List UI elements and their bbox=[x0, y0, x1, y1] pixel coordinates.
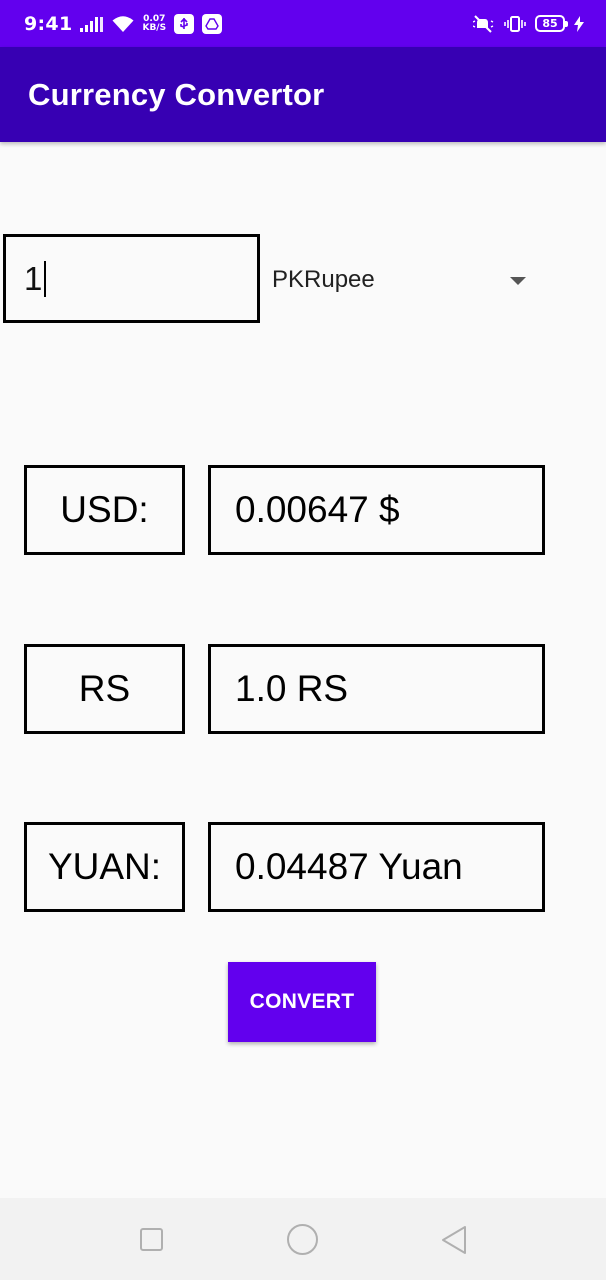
status-time: 9:41 bbox=[24, 12, 73, 35]
currency-spinner-value: PKRupee bbox=[272, 266, 375, 293]
convert-button[interactable]: CONVERT bbox=[228, 962, 376, 1042]
app-title: Currency Convertor bbox=[28, 76, 325, 112]
usd-value-box: 0.00647 $ bbox=[208, 465, 545, 555]
dropdown-arrow-icon bbox=[510, 277, 526, 285]
amount-input-value: 1 bbox=[24, 259, 43, 297]
network-speed: 0.07 KB/S bbox=[142, 14, 167, 33]
yuan-label-box: YUAN: bbox=[24, 822, 185, 912]
vibrate-icon bbox=[504, 15, 526, 32]
rs-label: RS bbox=[78, 668, 131, 709]
recent-apps-icon[interactable] bbox=[140, 1228, 163, 1251]
rs-label-box: RS bbox=[24, 644, 185, 734]
amount-input[interactable]: 1 bbox=[3, 234, 260, 323]
status-bar: 9:41 0.07 KB/S 85 bbox=[0, 0, 606, 47]
yuan-value-box: 0.04487 Yuan bbox=[208, 822, 545, 912]
status-left-group: 9:41 0.07 KB/S bbox=[24, 12, 223, 35]
rs-value: 1.0 RS bbox=[235, 668, 349, 709]
usb-icon bbox=[174, 13, 195, 34]
navigation-bar bbox=[0, 1198, 606, 1280]
wifi-icon bbox=[112, 15, 134, 32]
drive-icon bbox=[202, 13, 223, 34]
battery-icon: 85 bbox=[535, 15, 568, 32]
mute-icon bbox=[473, 14, 494, 33]
charging-icon bbox=[574, 15, 584, 32]
rs-value-box: 1.0 RS bbox=[208, 644, 545, 734]
usd-value: 0.00647 $ bbox=[235, 489, 400, 530]
back-icon[interactable] bbox=[440, 1225, 468, 1255]
text-cursor bbox=[44, 260, 47, 297]
signal-icon bbox=[80, 16, 104, 32]
yuan-label: YUAN: bbox=[47, 846, 162, 887]
currency-spinner[interactable]: PKRupee bbox=[262, 240, 542, 320]
usd-label-box: USD: bbox=[24, 465, 185, 555]
yuan-value: 0.04487 Yuan bbox=[235, 846, 463, 887]
app-bar: Currency Convertor bbox=[0, 47, 606, 142]
status-right-group: 85 bbox=[473, 14, 584, 33]
home-icon[interactable] bbox=[287, 1224, 318, 1255]
network-speed-unit: KB/S bbox=[142, 22, 167, 33]
usd-label: USD: bbox=[60, 489, 149, 530]
